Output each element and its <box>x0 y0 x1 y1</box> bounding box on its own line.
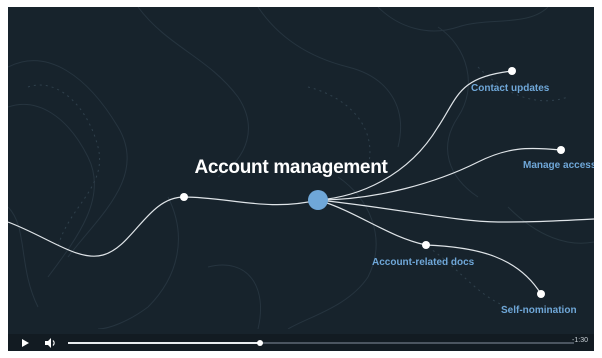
play-icon[interactable] <box>20 338 30 348</box>
time-remaining: -1:30 <box>572 337 588 344</box>
volume-icon[interactable] <box>44 337 58 349</box>
progress-fill <box>68 342 261 344</box>
label-manage-access[interactable]: Manage access <box>523 160 594 171</box>
topo-dashed <box>27 66 569 308</box>
progress-bar[interactable] <box>68 340 574 346</box>
node-dot-self-nomination[interactable] <box>537 290 545 298</box>
label-contact-updates[interactable]: Contact updates <box>471 83 549 94</box>
label-account-related-docs[interactable]: Account-related docs <box>372 257 474 268</box>
progress-knob[interactable] <box>257 340 264 346</box>
node-dot-contact-updates[interactable] <box>508 67 516 75</box>
node-dot-manage-access[interactable] <box>557 146 565 154</box>
video-title: Account management <box>194 157 388 178</box>
video-controls: -1:30 <box>8 334 594 351</box>
video-frame[interactable]: Account management Contact updates Manag… <box>8 7 594 329</box>
video-player[interactable]: Account management Contact updates Manag… <box>8 7 594 351</box>
node-dot-account-docs[interactable] <box>422 241 430 249</box>
connection-lines <box>8 70 594 295</box>
center-node[interactable] <box>308 190 328 210</box>
node-dot <box>180 193 188 201</box>
label-self-nomination[interactable]: Self-nomination <box>501 305 577 316</box>
